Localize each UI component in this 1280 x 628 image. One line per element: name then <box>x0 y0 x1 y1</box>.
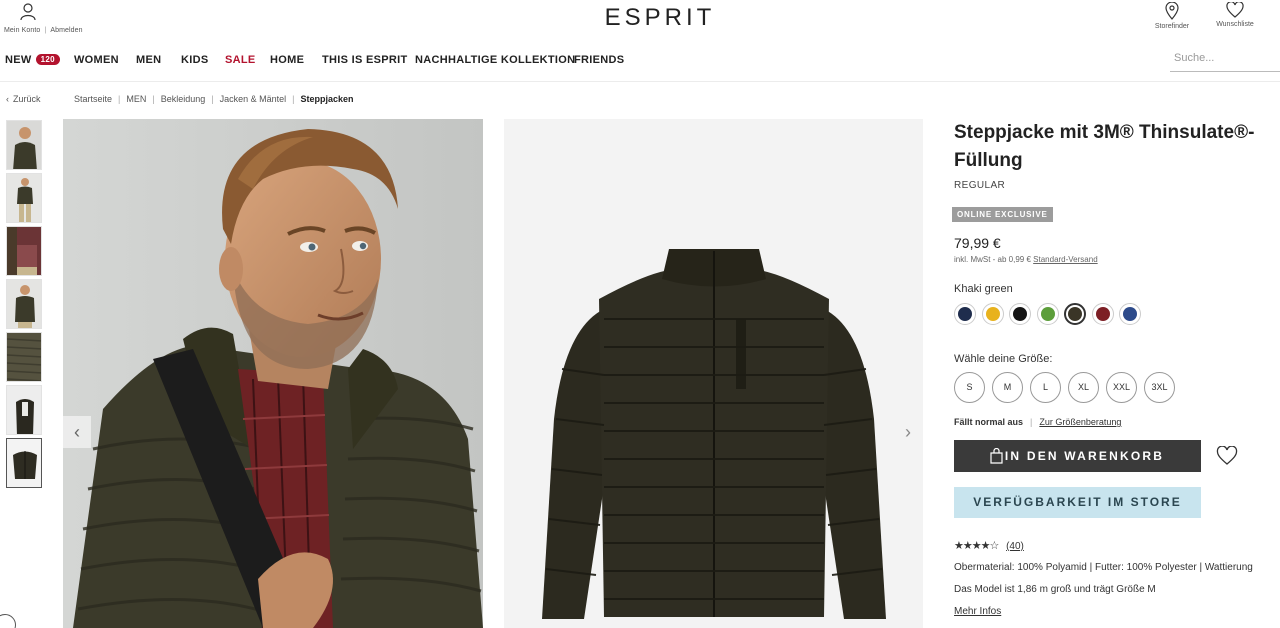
tax-text: inkl. MwSt - ab 0,99 € <box>954 255 1031 264</box>
location-pin-icon <box>1165 2 1179 20</box>
rating-row: ★★★★☆ (40) <box>954 539 1024 552</box>
nav-item-men[interactable]: MEN <box>136 54 161 66</box>
breadcrumb-item-current: Steppjacken <box>300 94 354 104</box>
breadcrumb-item-jackets[interactable]: Jacken & Mäntel <box>220 94 287 104</box>
breadcrumb-divider: | <box>118 94 121 104</box>
color-swatch-navy[interactable] <box>954 303 976 325</box>
heart-icon <box>1216 445 1238 465</box>
back-label: Zurück <box>13 94 41 104</box>
new-count-badge: 120 <box>35 54 60 65</box>
gallery-prev-button[interactable]: ‹ <box>63 416 91 448</box>
size-option-l[interactable]: L <box>1030 372 1061 403</box>
heart-icon <box>1226 2 1244 18</box>
breadcrumb-divider: | <box>292 94 295 104</box>
product-price: 79,99 € <box>954 235 1001 251</box>
top-bar: Mein Konto | Abmelden ESPRIT Storefinder W… <box>0 0 1280 40</box>
logout-link[interactable]: Abmelden <box>50 27 82 34</box>
nav-item-friends[interactable]: FRIENDS <box>574 54 624 66</box>
product-details: Steppjacke mit 3M® Thinsulate®-Füllung R… <box>952 119 1280 617</box>
account-divider: | <box>44 27 47 34</box>
chat-icon[interactable] <box>0 614 16 628</box>
breadcrumb: Startseite | MEN | Bekleidung | Jacken & Mänte… <box>74 94 354 104</box>
more-info-link[interactable]: Mehr Infos <box>954 606 1001 617</box>
thumbnail-4[interactable] <box>6 279 42 329</box>
swatch-dot <box>1096 307 1110 321</box>
add-to-cart-button[interactable]: IN DEN WARENKORB <box>954 440 1201 472</box>
size-label: Wähle deine Größe: <box>954 353 1053 365</box>
nav-item-sustainable-collection[interactable]: NACHHALTIGE KOLLEKTION <box>415 54 575 66</box>
fit-note-text: Fällt normal aus <box>954 417 1024 427</box>
material-info: Obermaterial: 100% Polyamid | Futter: 10… <box>954 562 1253 573</box>
breadcrumb-divider: | <box>152 94 155 104</box>
search-input[interactable]: Suche... <box>1170 50 1280 72</box>
thumbnail-7[interactable] <box>6 438 42 488</box>
color-swatch-green[interactable] <box>1037 303 1059 325</box>
swatch-dot <box>1041 307 1055 321</box>
thumbnail-3[interactable] <box>6 226 42 276</box>
swatch-dot <box>1013 307 1027 321</box>
gallery-next-button[interactable]: › <box>894 416 922 448</box>
tax-note: inkl. MwSt - ab 0,99 € Standard-Versand <box>954 255 1098 264</box>
color-swatch-khaki-green[interactable] <box>1064 303 1086 325</box>
add-to-cart-label: IN DEN WARENKORB <box>1004 449 1165 463</box>
nav-item-home[interactable]: HOME <box>270 54 304 66</box>
user-icon[interactable] <box>20 3 36 21</box>
fit-note: Fällt normal aus | Zur Größenberatung <box>954 417 1121 427</box>
esprit-logo[interactable]: ESPRIT <box>600 4 720 31</box>
rating-stars: ★★★★☆ <box>954 540 999 552</box>
fit-type: REGULAR <box>954 180 1006 191</box>
size-option-m[interactable]: M <box>992 372 1023 403</box>
size-advice-link[interactable]: Zur Größenberatung <box>1039 417 1121 427</box>
back-link[interactable]: ‹ Zurück <box>6 94 41 104</box>
color-swatch-black[interactable] <box>1009 303 1031 325</box>
nav-item-women[interactable]: WOMEN <box>74 54 119 66</box>
color-swatch-bordeaux[interactable] <box>1092 303 1114 325</box>
wishlist-label: Wunschliste <box>1216 21 1254 28</box>
thumbnail-5[interactable] <box>6 332 42 382</box>
thumbnail-1[interactable] <box>6 120 42 170</box>
swatch-dot <box>986 307 1000 321</box>
storefinder-label: Storefinder <box>1154 23 1190 30</box>
nav-item-new[interactable]: NEW 120 <box>5 54 60 66</box>
thumbnail-6[interactable] <box>6 385 42 435</box>
nav-item-kids[interactable]: KIDS <box>181 54 208 66</box>
size-option-s[interactable]: S <box>954 372 985 403</box>
product-packshot-image[interactable] <box>504 119 923 628</box>
swatch-dot <box>1068 307 1082 321</box>
fit-note-divider: | <box>1030 417 1033 427</box>
breadcrumb-item-men[interactable]: MEN <box>126 94 146 104</box>
breadcrumb-item-home[interactable]: Startseite <box>74 94 112 104</box>
add-to-wishlist-button[interactable] <box>1216 445 1238 466</box>
size-option-3xl[interactable]: 3XL <box>1144 372 1175 403</box>
main-navigation: NEW 120 WOMEN MEN KIDS SALE HOME THIS IS … <box>0 44 1280 82</box>
nav-item-this-is-esprit[interactable]: THIS IS ESPRIT <box>322 54 408 66</box>
color-swatch-yellow[interactable] <box>982 303 1004 325</box>
account-area: Mein Konto | Abmelden <box>4 3 104 35</box>
swatch-dot <box>958 307 972 321</box>
storefinder-button[interactable]: Storefinder <box>1142 2 1202 30</box>
color-swatch-blue[interactable] <box>1119 303 1141 325</box>
shopping-bag-icon <box>990 448 1003 464</box>
breadcrumb-divider: | <box>211 94 214 104</box>
thumbnail-2[interactable] <box>6 173 42 223</box>
breadcrumb-item-clothing[interactable]: Bekleidung <box>161 94 206 104</box>
product-title: Steppjacke mit 3M® Thinsulate®-Füllung <box>954 122 1255 171</box>
selected-color-name: Khaki green <box>954 283 1013 295</box>
nav-new-label: NEW <box>5 54 32 66</box>
size-option-xl[interactable]: XL <box>1068 372 1099 403</box>
my-account-link[interactable]: Mein Konto <box>4 27 40 34</box>
wishlist-button[interactable]: Wunschliste <box>1205 2 1265 28</box>
review-count-link[interactable]: (40) <box>1006 541 1024 552</box>
chevron-left-icon: ‹ <box>6 94 9 104</box>
nav-item-sale[interactable]: SALE <box>225 54 256 66</box>
swatch-dot <box>1123 307 1137 321</box>
size-option-xxl[interactable]: XXL <box>1106 372 1137 403</box>
chevron-right-icon: › <box>905 422 911 442</box>
model-info: Das Model ist 1,86 m groß und trägt Größ… <box>954 584 1156 595</box>
store-availability-button[interactable]: VERFÜGBARKEIT IM STORE <box>954 487 1201 518</box>
shipping-link[interactable]: Standard-Versand <box>1033 255 1098 264</box>
online-exclusive-badge: ONLINE EXCLUSIVE <box>952 207 1053 222</box>
product-model-image[interactable] <box>63 119 483 628</box>
chevron-left-icon: ‹ <box>74 422 80 442</box>
